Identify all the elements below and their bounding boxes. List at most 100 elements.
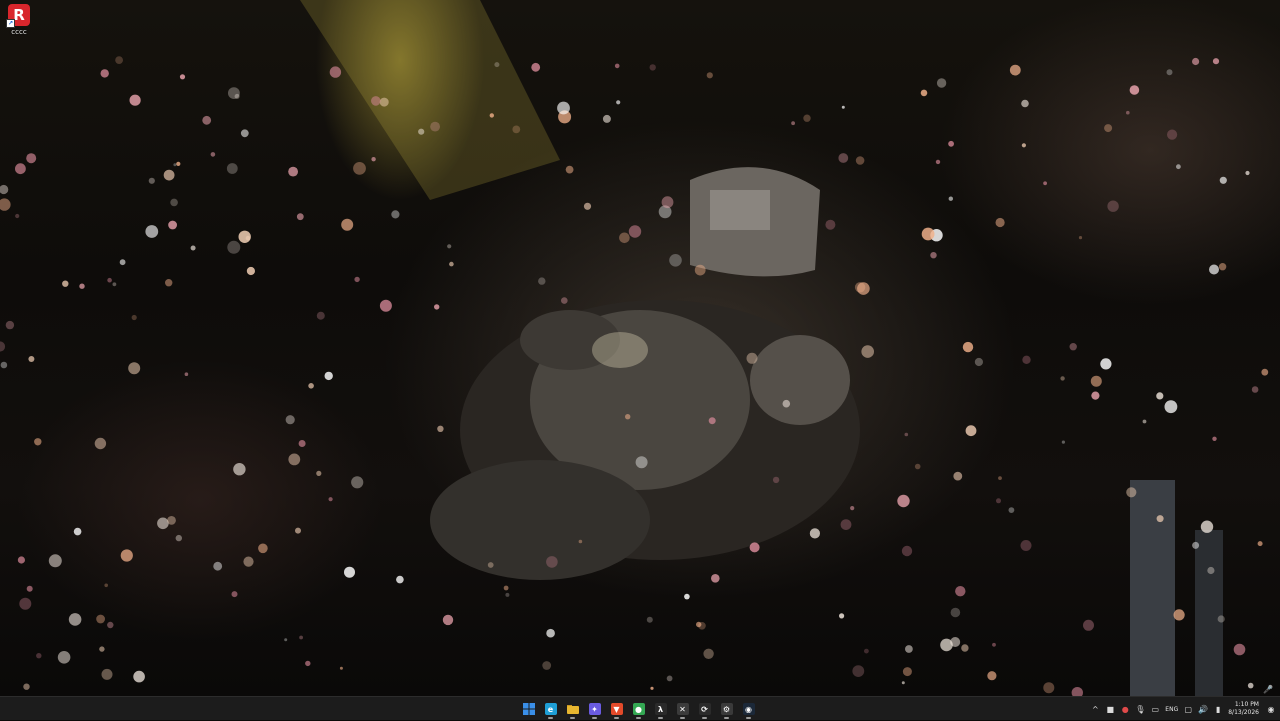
taskbar: e ✦ ▼ ● λ ✕ ⟳ ⚙ ◉ ^ ■ ● 🎙 ▭ ENG ▢ 🔊 ▮ 1:10 PM 8/…	[0, 696, 1280, 720]
flower	[107, 277, 112, 283]
flower	[1219, 176, 1227, 184]
taskbar-app-brave[interactable]: ▼	[608, 699, 625, 719]
tray-overflow-chevron-icon[interactable]: ^	[1090, 703, 1100, 715]
flower	[68, 613, 82, 626]
flower	[176, 161, 181, 166]
flower	[295, 527, 301, 534]
flower	[316, 470, 322, 476]
taskbar-app-messenger[interactable]: ✦	[586, 699, 603, 719]
flower	[168, 220, 178, 230]
volume-icon[interactable]: 🔊	[1198, 703, 1208, 715]
flower	[339, 666, 343, 670]
desktop-wallpaper: R ↗ cccc	[0, 0, 1280, 696]
flower	[165, 279, 173, 287]
flower	[902, 667, 912, 677]
windows-start-icon	[522, 703, 535, 715]
flower	[0, 361, 8, 369]
tray-monitor-icon[interactable]: ▭	[1150, 703, 1160, 715]
microphone-icon[interactable]: 🎙	[1135, 703, 1145, 715]
flower	[583, 202, 592, 210]
flower	[246, 266, 255, 276]
flower	[107, 621, 114, 629]
clock[interactable]: 1:10 PM 8/13/2026	[1228, 701, 1259, 717]
flower	[950, 607, 961, 618]
taskbar-app-file-explorer[interactable]	[564, 699, 581, 719]
flower	[661, 196, 674, 209]
flower	[190, 245, 196, 251]
tray-app-icon[interactable]: ■	[1105, 703, 1115, 715]
flower	[34, 438, 42, 446]
app-shortcut-icon: R ↗	[6, 4, 30, 28]
flower	[1022, 355, 1031, 364]
flower	[904, 432, 909, 437]
taskbar-app-edge[interactable]: e	[542, 699, 559, 719]
flower	[341, 218, 354, 231]
flower	[449, 261, 454, 267]
flower	[914, 463, 921, 470]
tray-cloud-icon[interactable]: ●	[1120, 703, 1130, 715]
flower	[711, 574, 720, 583]
flower	[1043, 682, 1055, 694]
flower	[512, 125, 521, 134]
sunbeam	[300, 0, 560, 200]
desktop-shortcut-cccc[interactable]: R ↗ cccc	[4, 4, 34, 40]
flower	[1207, 566, 1215, 575]
notification-bell-icon[interactable]: ◉	[1266, 703, 1276, 715]
flower	[15, 213, 20, 219]
flower	[1209, 264, 1219, 275]
flower	[148, 177, 155, 184]
flower	[129, 94, 141, 106]
flower	[489, 113, 494, 118]
taskbar-app-settings[interactable]: ⚙	[718, 699, 735, 719]
microphone-in-use-icon[interactable]: 🎤	[1262, 684, 1274, 694]
flower	[157, 517, 169, 530]
fence-post	[1130, 480, 1175, 696]
flower	[145, 225, 159, 238]
flower	[962, 341, 974, 353]
flower	[1020, 540, 1032, 551]
flower	[565, 165, 574, 174]
flower	[616, 100, 621, 105]
flower	[487, 562, 494, 568]
desktop-icon-label: cccc	[11, 28, 27, 36]
flower	[791, 121, 795, 126]
network-icon[interactable]: ▢	[1183, 703, 1193, 715]
flower	[772, 476, 780, 484]
flower	[231, 591, 238, 598]
flower	[305, 660, 311, 667]
flower	[213, 561, 223, 571]
taskbar-app-terminal[interactable]: λ	[652, 699, 669, 719]
flower	[0, 184, 9, 195]
taskbar-app-xbox[interactable]: ✕	[674, 699, 691, 719]
flower	[227, 240, 241, 254]
flower	[288, 166, 298, 177]
flower	[1021, 143, 1026, 148]
flower	[703, 648, 714, 659]
taskbar-app-sync[interactable]: ⟳	[696, 699, 713, 719]
flower	[635, 456, 648, 469]
flower	[578, 539, 583, 544]
flower	[1126, 110, 1130, 115]
flower	[995, 217, 1005, 228]
shortcut-arrow-icon: ↗	[6, 19, 15, 28]
flower	[684, 593, 690, 600]
brave-browser-icon: ▼	[610, 703, 623, 715]
flower	[987, 671, 997, 681]
flower	[850, 506, 855, 511]
flower	[1173, 609, 1185, 621]
flower	[1156, 515, 1164, 523]
chrome-browser-icon: ●	[632, 703, 645, 715]
taskbar-app-steam[interactable]: ◉	[740, 699, 757, 719]
flower	[864, 648, 869, 654]
taskbar-app-chrome[interactable]: ●	[630, 699, 647, 719]
taskbar-pinned-apps: e ✦ ▼ ● λ ✕ ⟳ ⚙ ◉	[520, 697, 757, 721]
flower	[706, 72, 713, 79]
flower	[379, 97, 389, 107]
flower	[379, 299, 392, 312]
flower	[974, 357, 984, 367]
flower	[852, 665, 865, 677]
input-language-indicator[interactable]: ENG	[1165, 706, 1178, 713]
fence-post-far	[1195, 530, 1223, 696]
taskbar-app-start[interactable]	[520, 699, 537, 719]
battery-icon[interactable]: ▮	[1213, 703, 1223, 715]
